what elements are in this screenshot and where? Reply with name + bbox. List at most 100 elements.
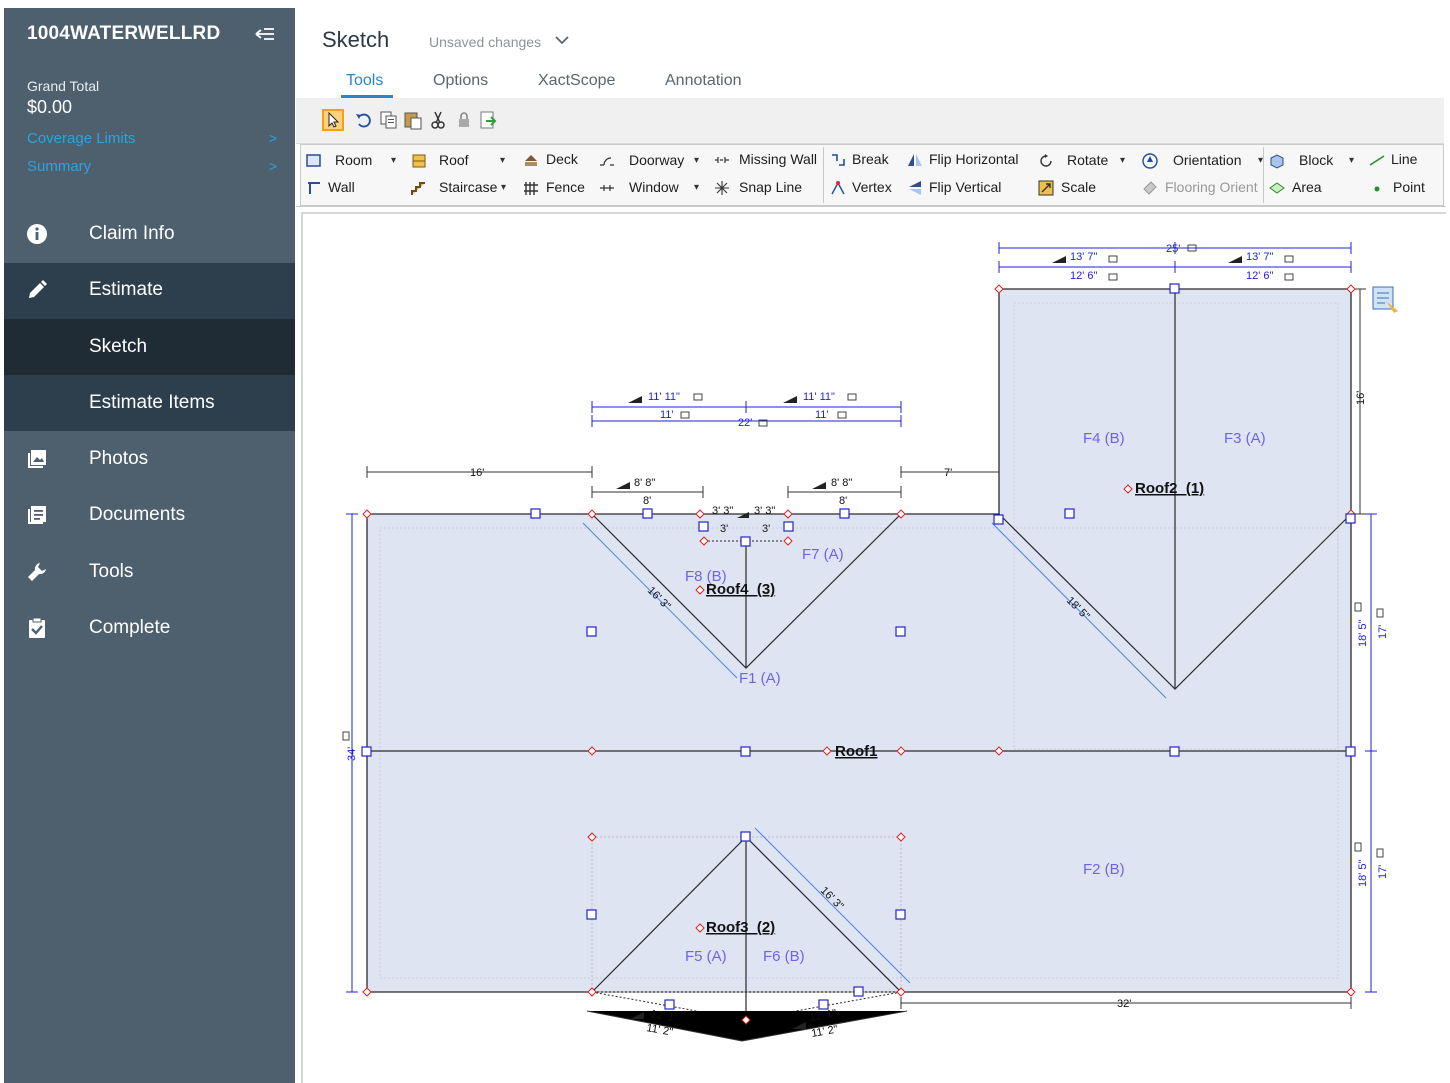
- snap-line-tool[interactable]: Snap Line: [714, 179, 814, 199]
- orientation-tool[interactable]: Orientation ▾: [1142, 152, 1267, 172]
- block-icon: [1270, 154, 1284, 169]
- deck-tool[interactable]: Deck: [523, 151, 583, 171]
- area-label: Area: [1292, 179, 1322, 195]
- roof2-label[interactable]: Roof2 (1): [1135, 480, 1204, 497]
- dim-r2-slope-left: 13' 7": [1070, 251, 1098, 263]
- tab-tools[interactable]: Tools: [346, 72, 383, 90]
- nav-photos[interactable]: Photos: [4, 432, 295, 488]
- photos-icon: [28, 450, 46, 468]
- break-tool[interactable]: Break: [830, 151, 900, 171]
- dim-r2-run-right: 12' 6": [1246, 270, 1274, 282]
- select-pointer-icon[interactable]: [322, 109, 344, 131]
- nav-photos-label: Photos: [89, 448, 149, 469]
- rotate-label: Rotate: [1067, 152, 1109, 168]
- doorway-tool[interactable]: Doorway ▾: [599, 152, 699, 172]
- sketch-drawing[interactable]: F4 (B) F3 (A) F7 (A) F8 (B) F1 (A) F2 (B…: [296, 207, 1446, 1083]
- nav-tools[interactable]: Tools: [4, 545, 295, 601]
- fence-icon: [524, 182, 538, 195]
- flooring-orient-icon: [1143, 181, 1157, 195]
- line-label: Line: [1391, 151, 1418, 167]
- nav-claim-info[interactable]: Claim Info: [4, 207, 295, 263]
- cut-icon[interactable]: [428, 110, 448, 130]
- paste-icon[interactable]: [403, 110, 423, 130]
- vertex-icon: [831, 181, 845, 195]
- notes-tool-icon[interactable]: [1372, 286, 1398, 313]
- export-icon[interactable]: [478, 110, 498, 130]
- area-tool[interactable]: Area: [1269, 179, 1339, 199]
- lock-icon[interactable]: [454, 110, 474, 130]
- window-dropdown-icon[interactable]: ▾: [694, 182, 699, 193]
- break-label: Break: [852, 151, 889, 167]
- block-dropdown-icon[interactable]: ▾: [1349, 155, 1354, 166]
- copy-icon[interactable]: [379, 110, 399, 130]
- dim-r4-run-right: 11': [815, 409, 829, 421]
- tab-annotation[interactable]: Annotation: [665, 72, 742, 90]
- fence-tool[interactable]: Fence: [523, 179, 588, 199]
- staircase-dropdown-icon[interactable]: ▾: [501, 182, 506, 193]
- dim-r2-side: 16': [1355, 391, 1367, 405]
- nav-estimate-items[interactable]: Estimate Items: [4, 375, 295, 431]
- vertex-label: Vertex: [852, 179, 892, 195]
- sidebar: 1004WATERWELLRD Grand Total $0.00 Covera…: [4, 8, 295, 1083]
- claim-title: 1004WATERWELLRD: [27, 23, 221, 44]
- roof1-label[interactable]: Roof1: [835, 743, 878, 760]
- nav-complete[interactable]: Complete: [4, 601, 295, 657]
- break-icon: [832, 154, 845, 166]
- dim-r2-slope-right: 13' 7": [1246, 251, 1274, 263]
- dim-bottom-32: 32': [1117, 998, 1131, 1010]
- flip-vertical-label: Flip Vertical: [929, 179, 1002, 195]
- dim-r4-run-left: 11': [660, 409, 674, 421]
- nav-estimate[interactable]: Estimate: [4, 263, 295, 319]
- collapse-sidebar-icon[interactable]: [254, 24, 276, 44]
- block-tool[interactable]: Block ▾: [1269, 152, 1359, 172]
- vertex-tool[interactable]: Vertex: [830, 179, 900, 199]
- dim-r8-left: 8': [643, 495, 651, 507]
- flip-vertical-tool[interactable]: Flip Vertical: [907, 179, 1022, 199]
- dim-s8-left: 8' 8": [634, 477, 655, 489]
- tools-ribbon: Room ▾ Wall Roof ▾ Staircase ▾ Deck Fenc…: [300, 144, 1444, 206]
- room-tool[interactable]: Room ▾: [306, 152, 401, 172]
- dim-r4-slope-right: 11' 11": [803, 391, 835, 403]
- sketch-canvas[interactable]: F4 (B) F3 (A) F7 (A) F8 (B) F1 (A) F2 (B…: [296, 206, 1446, 1083]
- face-label-f2: F2 (B): [1083, 861, 1125, 878]
- rotate-dropdown-icon[interactable]: ▾: [1120, 155, 1125, 166]
- tab-options[interactable]: Options: [433, 72, 488, 90]
- scale-tool[interactable]: Scale: [1038, 179, 1118, 199]
- ribbon-separator: [823, 147, 824, 203]
- nav-documents[interactable]: Documents: [4, 488, 295, 544]
- summary-link[interactable]: Summary >: [27, 158, 277, 180]
- orientation-icon: [1142, 153, 1158, 169]
- doorway-dropdown-icon[interactable]: ▾: [694, 155, 699, 166]
- face-label-f1: F1 (A): [739, 670, 781, 687]
- roof-dropdown-icon[interactable]: ▾: [500, 155, 505, 166]
- window-icon: [600, 185, 614, 191]
- coverage-limits-link[interactable]: Coverage Limits >: [27, 130, 277, 152]
- window-top-edge: [0, 0, 1450, 8]
- room-dropdown-icon[interactable]: ▾: [391, 155, 396, 166]
- tab-xactscope[interactable]: XactScope: [538, 72, 615, 90]
- wall-label: Wall: [328, 179, 355, 195]
- missing-wall-tool[interactable]: Missing Wall: [714, 151, 824, 171]
- missing-wall-label: Missing Wall: [739, 151, 818, 167]
- info-icon: [27, 224, 47, 244]
- flooring-orient-tool[interactable]: Flooring Orient: [1142, 179, 1267, 199]
- block-label: Block: [1299, 152, 1334, 168]
- point-tool[interactable]: Point: [1369, 179, 1439, 199]
- rotate-tool[interactable]: Rotate ▾: [1038, 152, 1148, 172]
- dim-s33-right: 3' 3": [754, 505, 775, 517]
- roof4-label[interactable]: Roof4 (3): [706, 581, 775, 598]
- undo-icon[interactable]: [354, 110, 374, 130]
- roof-icon: [412, 154, 426, 168]
- quick-toolbar: [296, 98, 1444, 144]
- nav-documents-label: Documents: [89, 504, 186, 525]
- roof3-label[interactable]: Roof3 (2): [706, 919, 775, 936]
- flip-horizontal-tool[interactable]: Flip Horizontal: [907, 151, 1032, 171]
- nav-sketch[interactable]: Sketch: [4, 319, 295, 375]
- staircase-label: Staircase: [439, 179, 498, 195]
- roof-tool[interactable]: Roof ▾: [411, 152, 511, 172]
- staircase-tool[interactable]: Staircase ▾: [411, 179, 511, 199]
- chevron-down-icon[interactable]: [554, 33, 570, 47]
- wall-tool[interactable]: Wall: [306, 179, 366, 199]
- line-tool[interactable]: Line: [1369, 151, 1439, 171]
- window-tool[interactable]: Window ▾: [599, 179, 699, 199]
